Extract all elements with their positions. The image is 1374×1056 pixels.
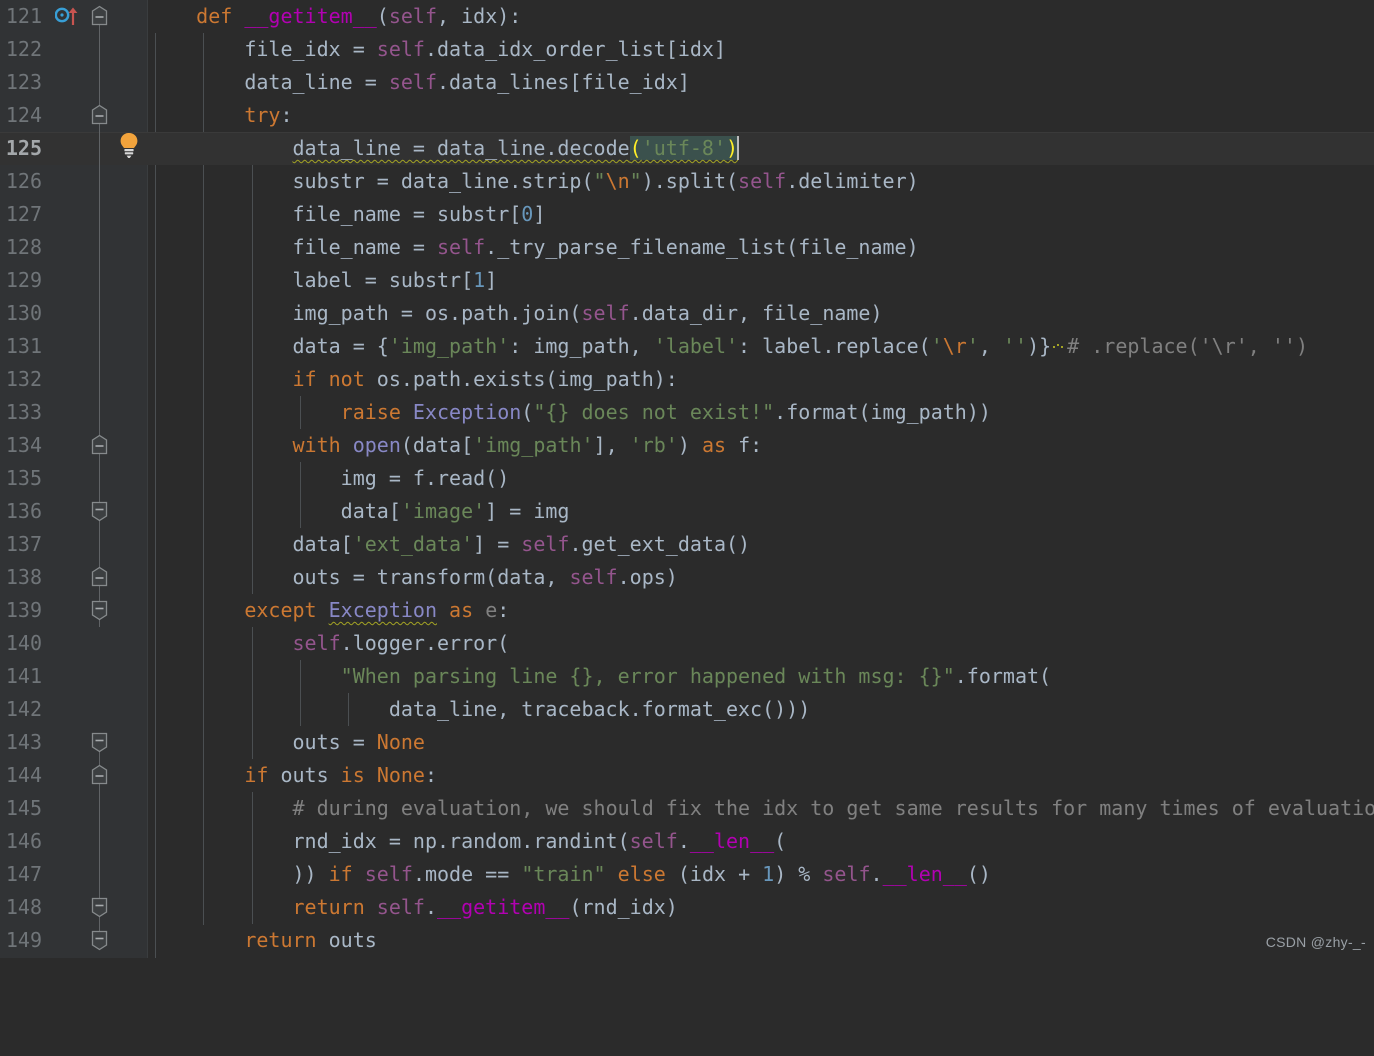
line-content[interactable]: data['image'] = img [148,495,570,528]
code-line-133[interactable]: 133 raise Exception("{} does not exist!"… [0,396,1374,429]
line-content[interactable]: data_line = self.data_lines[file_idx] [148,66,690,99]
code-line-123[interactable]: 123 data_line = self.data_lines[file_idx… [0,66,1374,99]
code-line-142[interactable]: 142 data_line, traceback.format_exc())) [0,693,1374,726]
code-line-136[interactable]: 136 data['image'] = img [0,495,1374,528]
text-caret [737,136,740,160]
code-line-134[interactable]: 134 with open(data['img_path'], 'rb') as… [0,429,1374,462]
code-line-124[interactable]: 124 try: [0,99,1374,132]
line-content[interactable]: outs = None [148,726,424,759]
fold-marker-138[interactable] [90,566,109,588]
code-line-125[interactable]: 125 data_line = data_line.decode('utf-8'… [0,132,1374,165]
watermark-text: CSDN @zhy-_- [1265,934,1366,950]
line-content[interactable]: substr = data_line.strip("\n").split(sel… [148,165,918,198]
code-line-132[interactable]: 132 if not os.path.exists(img_path): [0,363,1374,396]
code-line-149[interactable]: 149 return outs [0,924,1374,957]
code-line-135[interactable]: 135 img = f.read() [0,462,1374,495]
code-line-147[interactable]: 147 )) if self.mode == "train" else (idx… [0,858,1374,891]
line-content[interactable]: rnd_idx = np.random.randint(self.__len__… [148,825,786,858]
code-line-126[interactable]: 126 substr = data_line.strip("\n").split… [0,165,1374,198]
code-line-129[interactable]: 129 label = substr[1] [0,264,1374,297]
fold-marker-121[interactable] [90,5,109,27]
fold-marker-149[interactable] [90,929,109,951]
line-content[interactable]: except Exception as e: [148,594,509,627]
line-content[interactable]: self.logger.error( [148,627,510,660]
fold-connector-top [99,24,100,114]
code-line-127[interactable]: 127 file_name = substr[0] [0,198,1374,231]
code-line-131[interactable]: 131 data = {'img_path': img_path, 'label… [0,330,1374,363]
line-content[interactable]: def __getitem__(self, idx): [148,0,521,33]
line-content[interactable]: return self.__getitem__(rnd_idx) [148,891,678,924]
line-content[interactable]: file_idx = self.data_idx_order_list[idx] [148,33,726,66]
line-content[interactable]: with open(data['img_path'], 'rb') as f: [148,429,763,462]
fold-marker-124[interactable] [90,104,109,126]
line-content[interactable]: if outs is None: [148,759,437,792]
line-content[interactable]: if not os.path.exists(img_path): [148,363,678,396]
line-content[interactable]: img = f.read() [148,462,510,495]
line-content[interactable]: "When parsing line {}, error happened wi… [148,660,1051,693]
line-content[interactable]: )) if self.mode == "train" else (idx + 1… [148,858,991,891]
line-content[interactable]: try: [148,99,292,132]
code-line-144[interactable]: 144 if outs is None: [0,759,1374,792]
code-line-146[interactable]: 146 rnd_idx = np.random.randint(self.__l… [0,825,1374,858]
line-content[interactable]: file_name = substr[0] [148,198,545,231]
code-line-148[interactable]: 148 return self.__getitem__(rnd_idx) [0,891,1374,924]
line-content[interactable]: # during evaluation, we should fix the i… [148,792,1374,825]
code-line-122[interactable]: 122 file_idx = self.data_idx_order_list[… [0,33,1374,66]
line-content[interactable]: data = {'img_path': img_path, 'label': l… [148,330,1308,363]
code-rows[interactable]: 121 def __getitem__(self, idx): 122 file… [0,0,1374,957]
code-line-128[interactable]: 128 file_name = self._try_parse_filename… [0,231,1374,264]
line-content[interactable]: outs = transform(data, self.ops) [148,561,677,594]
code-line-143[interactable]: 143 outs = None [0,726,1374,759]
fold-marker-134[interactable] [90,434,109,456]
fold-marker-143[interactable] [90,731,109,753]
code-line-140[interactable]: 140 self.logger.error( [0,627,1374,660]
line-content[interactable]: data_line, traceback.format_exc())) [148,693,810,726]
code-line-139[interactable]: 139 except Exception as e: [0,594,1374,627]
line-content[interactable]: return outs [148,924,376,957]
code-line-137[interactable]: 137 data['ext_data'] = self.get_ext_data… [0,528,1374,561]
implementing-method-icon[interactable] [54,5,81,27]
line-content[interactable]: img_path = os.path.join(self.data_dir, f… [148,297,882,330]
intention-bulb-icon[interactable] [116,131,142,159]
code-line-121[interactable]: 121 def __getitem__(self, idx): [0,0,1374,33]
fold-marker-148[interactable] [90,896,109,918]
code-editor[interactable]: 121 def __getitem__(self, idx): 122 file… [0,0,1374,958]
code-line-138[interactable]: 138 outs = transform(data, self.ops) [0,561,1374,594]
code-line-130[interactable]: 130 img_path = os.path.join(self.data_di… [0,297,1374,330]
line-content[interactable]: raise Exception("{} does not exist!".for… [148,396,991,429]
fold-marker-136[interactable] [90,500,109,522]
line-content[interactable]: data_line = data_line.decode('utf-8') [148,132,740,165]
line-content[interactable]: file_name = self._try_parse_filename_lis… [148,231,918,264]
fold-marker-139[interactable] [90,599,109,621]
line-content[interactable]: label = substr[1] [148,264,497,297]
code-line-141[interactable]: 141 "When parsing line {}, error happene… [0,660,1374,693]
line-content[interactable]: data['ext_data'] = self.get_ext_data() [148,528,750,561]
gutter-glyphs[interactable] [0,0,148,958]
code-line-145[interactable]: 145 # during evaluation, we should fix t… [0,792,1374,825]
fold-marker-144[interactable] [90,764,109,786]
